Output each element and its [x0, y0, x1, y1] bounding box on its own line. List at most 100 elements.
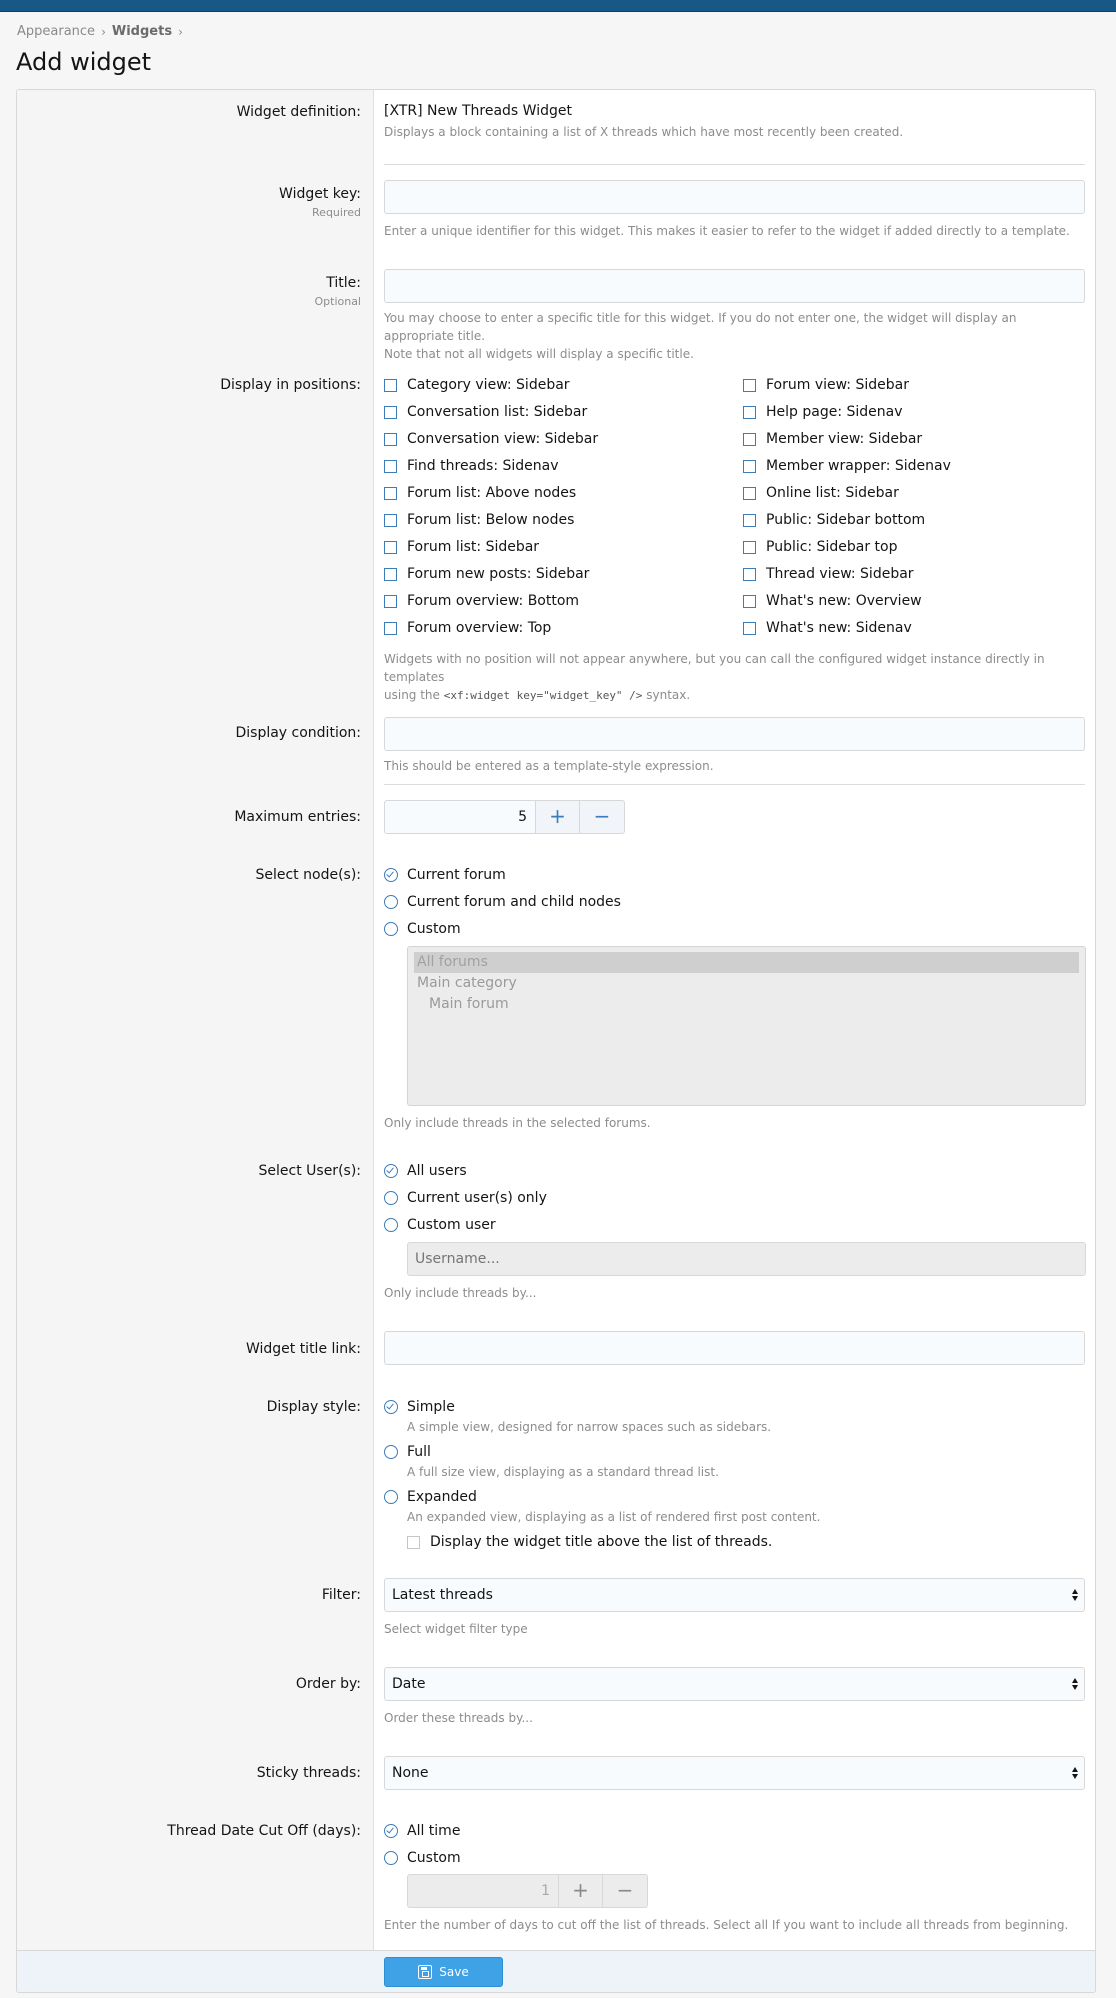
checkbox[interactable] [743, 621, 756, 635]
label-column [17, 90, 374, 1992]
title-link-label: Widget title link: [245, 1341, 361, 1357]
widget-definition-label: Widget definition: [236, 104, 361, 120]
position-option-label: Public: Sidebar bottom [766, 512, 926, 528]
position-option[interactable]: Forum new posts: Sidebar [384, 566, 589, 582]
checkbox[interactable] [384, 459, 397, 473]
position-option[interactable]: Public: Sidebar top [743, 539, 898, 555]
position-option[interactable]: Forum overview: Bottom [384, 593, 579, 609]
checkbox[interactable] [384, 513, 397, 527]
position-option[interactable]: Member wrapper: Sidenav [743, 458, 951, 474]
radio-button[interactable] [384, 1400, 398, 1414]
radio-button[interactable] [384, 868, 398, 882]
radio-button[interactable] [384, 1218, 398, 1232]
checkbox[interactable] [407, 1535, 420, 1549]
checkbox[interactable] [384, 405, 397, 419]
position-option-label: Conversation view: Sidebar [407, 431, 599, 447]
decrement-button[interactable]: − [580, 800, 625, 834]
listbox-item[interactable]: All forums [414, 952, 1079, 973]
widget-form: Widget definition: [XTR] New Threads Wid… [16, 89, 1096, 1993]
show-title-option[interactable]: Display the widget title above the list … [407, 1534, 772, 1550]
checkbox[interactable] [384, 378, 397, 392]
checkbox[interactable] [384, 594, 397, 608]
position-option[interactable]: Thread view: Sidebar [743, 566, 914, 582]
save-button[interactable]: Save [384, 1957, 503, 1987]
listbox-item[interactable]: Main category [414, 973, 1079, 994]
position-option[interactable]: Find threads: Sidenav [384, 458, 559, 474]
radio-button[interactable] [384, 1490, 398, 1504]
select-arrows-icon [1072, 1678, 1079, 1690]
max-entries-input[interactable]: 5 [384, 800, 535, 834]
position-option[interactable]: What's new: Sidenav [743, 620, 912, 636]
position-option[interactable]: Public: Sidebar bottom [743, 512, 925, 528]
radio-button[interactable] [384, 895, 398, 909]
position-option[interactable]: Forum overview: Top [384, 620, 551, 636]
cutoff-option-custom[interactable]: Custom [384, 1850, 461, 1866]
node-option-current-and-child[interactable]: Current forum and child nodes [384, 894, 621, 910]
display-condition-input[interactable] [384, 717, 1085, 751]
position-option[interactable]: Online list: Sidebar [743, 485, 899, 501]
style-option-full[interactable]: Full [384, 1444, 431, 1460]
max-entries-label: Maximum entries: [234, 809, 361, 825]
checkbox[interactable] [743, 513, 756, 527]
position-option[interactable]: Conversation list: Sidebar [384, 404, 587, 420]
position-option[interactable]: Forum list: Below nodes [384, 512, 574, 528]
breadcrumb-widgets[interactable]: Widgets [112, 24, 172, 39]
position-option-label: Find threads: Sidenav [407, 458, 559, 474]
forum-listbox[interactable]: All forums Main category Main forum [407, 946, 1086, 1106]
cutoff-input[interactable]: 1 [407, 1874, 558, 1908]
user-option-all[interactable]: All users [384, 1163, 467, 1179]
widget-key-required: Required [312, 206, 361, 219]
widget-key-input[interactable] [384, 180, 1085, 214]
position-option[interactable]: Forum list: Sidebar [384, 539, 539, 555]
user-option-custom[interactable]: Custom user [384, 1217, 496, 1233]
style-option-expanded[interactable]: Expanded [384, 1489, 477, 1505]
style-expanded-desc: An expanded view, displaying as a list o… [407, 1510, 821, 1524]
position-option[interactable]: Forum list: Above nodes [384, 485, 576, 501]
position-option[interactable]: What's new: Overview [743, 593, 922, 609]
checkbox[interactable] [384, 486, 397, 500]
checkbox[interactable] [384, 621, 397, 635]
radio-button[interactable] [384, 1851, 398, 1865]
checkbox[interactable] [743, 540, 756, 554]
breadcrumb-appearance[interactable]: Appearance [17, 24, 95, 39]
position-option[interactable]: Help page: Sidenav [743, 404, 903, 420]
title-input[interactable] [384, 269, 1085, 303]
radio-button[interactable] [384, 922, 398, 936]
checkbox[interactable] [743, 405, 756, 419]
checkbox[interactable] [743, 378, 756, 392]
username-input[interactable] [407, 1242, 1086, 1276]
position-option-label: Forum list: Below nodes [407, 512, 575, 528]
increment-button[interactable]: + [535, 800, 580, 834]
node-option-current-forum[interactable]: Current forum [384, 867, 506, 883]
checkbox[interactable] [743, 567, 756, 581]
increment-button[interactable]: + [558, 1874, 603, 1908]
position-option-label: Forum view: Sidebar [766, 377, 909, 393]
decrement-button[interactable]: − [603, 1874, 648, 1908]
radio-button[interactable] [384, 1164, 398, 1178]
radio-button[interactable] [384, 1824, 398, 1838]
select-users-label: Select User(s): [258, 1163, 361, 1179]
radio-label: All time [407, 1823, 461, 1839]
style-option-simple[interactable]: Simple [384, 1399, 455, 1415]
position-option[interactable]: Conversation view: Sidebar [384, 431, 598, 447]
checkbox[interactable] [743, 459, 756, 473]
checkbox[interactable] [384, 540, 397, 554]
checkbox[interactable] [384, 567, 397, 581]
title-link-input[interactable] [384, 1331, 1085, 1365]
filter-select[interactable]: Latest threads [384, 1578, 1085, 1612]
checkbox[interactable] [743, 432, 756, 446]
order-by-select[interactable]: Date [384, 1667, 1085, 1701]
position-option[interactable]: Member view: Sidebar [743, 431, 922, 447]
checkbox[interactable] [384, 432, 397, 446]
position-option[interactable]: Category view: Sidebar [384, 377, 570, 393]
position-option[interactable]: Forum view: Sidebar [743, 377, 909, 393]
cutoff-option-all-time[interactable]: All time [384, 1823, 460, 1839]
checkbox[interactable] [743, 594, 756, 608]
radio-button[interactable] [384, 1191, 398, 1205]
node-option-custom[interactable]: Custom [384, 921, 461, 937]
sticky-select[interactable]: None [384, 1756, 1085, 1790]
checkbox[interactable] [743, 486, 756, 500]
user-option-current[interactable]: Current user(s) only [384, 1190, 547, 1206]
radio-button[interactable] [384, 1445, 398, 1459]
listbox-item[interactable]: Main forum [414, 994, 1079, 1015]
